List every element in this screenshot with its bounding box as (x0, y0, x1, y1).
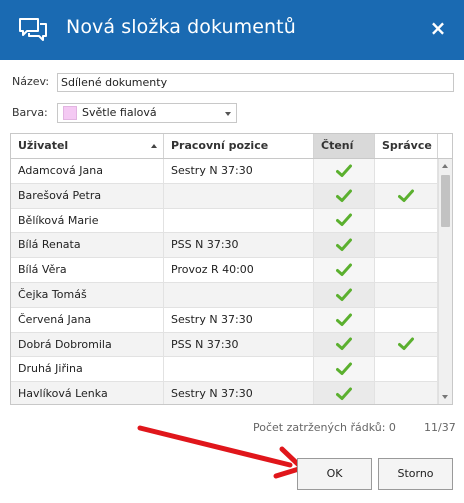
dialog-title: Nová složka dokumentů (66, 16, 296, 38)
column-header-user-label: Uživatel (18, 139, 69, 152)
cell-read-permission[interactable] (314, 282, 375, 307)
check-icon (336, 189, 352, 202)
cell-admin-permission[interactable] (375, 159, 438, 183)
table-row[interactable]: Dobrá Dobromila PSS N 37:30 (11, 332, 438, 358)
check-icon (336, 263, 352, 277)
name-label: Název: (12, 75, 50, 88)
check-icon (398, 337, 414, 351)
cell-position (164, 282, 314, 307)
grid-rows: Adamcová Jana Sestry N 37:30 Barešová Petr… (11, 159, 438, 404)
cell-position: PSS N 37:30 (164, 332, 314, 357)
cell-user-name: Bílá Věra (11, 258, 164, 282)
scroll-down-icon[interactable] (442, 395, 448, 399)
cell-user-name: Havlíková Lenka (11, 382, 164, 404)
close-button[interactable]: × (426, 14, 450, 42)
cell-read-permission[interactable] (314, 208, 375, 233)
cell-user-name: Čejka Tomáš (11, 282, 164, 307)
folder-name-input[interactable] (57, 73, 454, 92)
table-row[interactable]: Druhá Jiřina (11, 357, 438, 383)
dialog-titlebar: Nová složka dokumentů × (0, 0, 464, 60)
column-header-user[interactable]: Uživatel (11, 134, 164, 158)
cell-admin-permission[interactable] (375, 233, 438, 258)
grid-scrollbar[interactable] (438, 159, 452, 404)
table-row[interactable]: Barešová Petra (11, 183, 438, 209)
cell-read-permission[interactable] (314, 258, 375, 282)
cell-admin-permission[interactable] (375, 282, 438, 307)
check-icon (336, 362, 352, 376)
table-row[interactable]: Bílá Renata PSS N 37:30 (11, 233, 438, 259)
color-select[interactable]: Světle fialová (57, 103, 237, 123)
cell-user-name: Druhá Jiřina (11, 357, 164, 382)
chevron-down-icon (225, 112, 231, 116)
check-icon (336, 164, 352, 177)
cell-read-permission[interactable] (314, 357, 375, 382)
ok-button[interactable]: OK (297, 458, 372, 490)
check-icon (336, 387, 352, 401)
cell-position (164, 183, 314, 208)
cell-admin-permission[interactable] (375, 382, 438, 404)
cell-admin-permission[interactable] (375, 183, 438, 208)
cell-position: PSS N 37:30 (164, 233, 314, 258)
check-icon (336, 313, 352, 326)
grid-header: Uživatel Pracovní pozice Čtení Správce (11, 134, 452, 159)
check-icon (398, 189, 414, 202)
column-header-read[interactable]: Čtení (314, 134, 375, 158)
annotation-arrow-icon (137, 425, 305, 479)
color-swatch (63, 106, 77, 120)
cell-read-permission[interactable] (314, 183, 375, 208)
scroll-up-icon[interactable] (442, 164, 448, 168)
cell-position: Sestry N 37:30 (164, 382, 314, 404)
table-row[interactable]: Adamcová Jana Sestry N 37:30 (11, 159, 438, 184)
chat-bubbles-icon (19, 18, 47, 41)
cell-user-name: Červená Jana (11, 307, 164, 332)
cell-admin-permission[interactable] (375, 258, 438, 282)
cell-user-name: Bílá Renata (11, 233, 164, 258)
new-document-folder-dialog: Nová složka dokumentů × Název: Barva: Sv… (0, 0, 464, 503)
cell-position: Sestry N 37:30 (164, 159, 314, 183)
column-header-position[interactable]: Pracovní pozice (164, 134, 314, 158)
page-info: 11/37 (424, 421, 456, 434)
table-row[interactable]: Havlíková Lenka Sestry N 37:30 (11, 382, 438, 404)
cell-admin-permission[interactable] (375, 332, 438, 357)
cell-admin-permission[interactable] (375, 357, 438, 382)
table-row[interactable]: Bělíková Marie (11, 208, 438, 234)
cell-read-permission[interactable] (314, 233, 375, 258)
scrollbar-thumb[interactable] (441, 175, 450, 227)
color-select-value: Světle fialová (82, 106, 157, 119)
cell-position (164, 208, 314, 233)
check-icon (336, 288, 352, 301)
cell-read-permission[interactable] (314, 382, 375, 404)
sort-ascending-icon (151, 144, 157, 148)
check-icon (336, 238, 352, 252)
cell-read-permission[interactable] (314, 159, 375, 183)
cell-position: Provoz R 40:00 (164, 258, 314, 282)
cell-user-name: Dobrá Dobromila (11, 332, 164, 357)
cell-admin-permission[interactable] (375, 208, 438, 233)
column-header-admin[interactable]: Správce (375, 134, 438, 158)
color-label: Barva: (12, 106, 48, 119)
cell-position: Sestry N 37:30 (164, 307, 314, 332)
cell-read-permission[interactable] (314, 307, 375, 332)
cell-user-name: Bělíková Marie (11, 208, 164, 233)
cell-user-name: Adamcová Jana (11, 159, 164, 183)
table-row[interactable]: Červená Jana Sestry N 37:30 (11, 307, 438, 333)
permissions-grid: Uživatel Pracovní pozice Čtení Správce A… (10, 133, 453, 405)
cancel-button[interactable]: Storno (378, 458, 453, 490)
table-row[interactable]: Čejka Tomáš (11, 282, 438, 308)
cell-read-permission[interactable] (314, 332, 375, 357)
check-icon (336, 213, 352, 227)
table-row[interactable]: Bílá Věra Provoz R 40:00 (11, 258, 438, 283)
check-icon (336, 337, 352, 351)
cell-position (164, 357, 314, 382)
cell-user-name: Barešová Petra (11, 183, 164, 208)
cell-admin-permission[interactable] (375, 307, 438, 332)
